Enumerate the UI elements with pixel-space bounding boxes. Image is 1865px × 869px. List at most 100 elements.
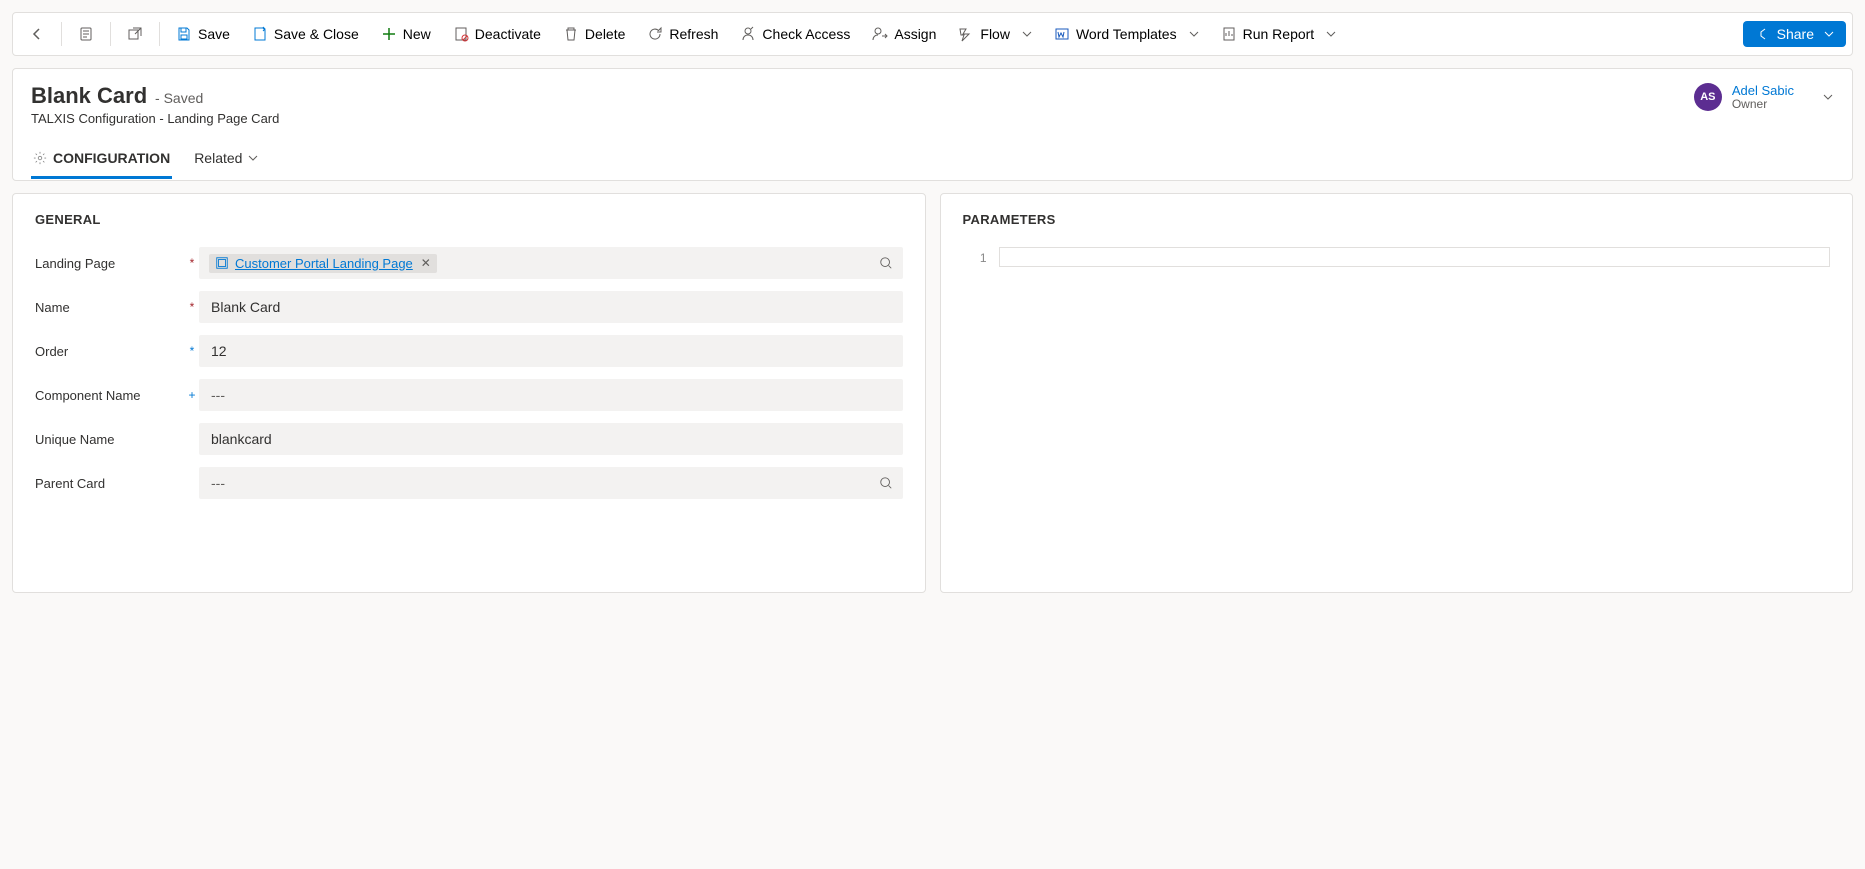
check-access-button[interactable]: Check Access [730, 20, 860, 48]
field-label: Parent Card [35, 476, 185, 491]
tab-bar: CONFIGURATION Related [31, 142, 1834, 180]
save-button[interactable]: Save [166, 20, 240, 48]
delete-label: Delete [585, 26, 625, 42]
check-access-icon [740, 26, 756, 42]
order-input[interactable] [209, 342, 893, 360]
open-in-new-button[interactable] [117, 20, 153, 48]
back-button[interactable] [19, 20, 55, 48]
lookup-pill: Customer Portal Landing Page ✕ [209, 254, 437, 273]
chevron-down-icon [1189, 29, 1199, 39]
chevron-down-icon [248, 153, 258, 163]
record-subtitle: TALXIS Configuration - Landing Page Card [31, 111, 1694, 126]
record-saved-label: - Saved [155, 90, 203, 106]
unique-name-input-wrap [199, 423, 903, 455]
field-order: Order * [35, 335, 903, 367]
parameters-section-title: PARAMETERS [963, 212, 1831, 227]
refresh-label: Refresh [669, 26, 718, 42]
word-templates-label: Word Templates [1076, 26, 1177, 42]
separator [61, 22, 62, 46]
save-close-icon [252, 26, 268, 42]
refresh-icon [647, 26, 663, 42]
parent-card-input[interactable] [209, 474, 893, 492]
deactivate-icon [453, 26, 469, 42]
delete-button[interactable]: Delete [553, 20, 635, 48]
tab-configuration-label: CONFIGURATION [53, 150, 170, 166]
field-label: Component Name [35, 388, 185, 403]
parent-card-lookup[interactable] [199, 467, 903, 499]
remove-lookup-icon[interactable]: ✕ [421, 256, 431, 270]
editor-line-input[interactable] [999, 247, 1831, 267]
new-button[interactable]: New [371, 20, 441, 48]
required-indicator: * [185, 256, 199, 270]
share-button[interactable]: Share [1743, 21, 1846, 47]
separator [110, 22, 111, 46]
chevron-down-icon [1326, 29, 1336, 39]
owner-name[interactable]: Adel Sabic [1732, 83, 1794, 98]
trash-icon [563, 26, 579, 42]
field-label: Name [35, 300, 185, 315]
chevron-down-icon[interactable] [1822, 91, 1834, 103]
check-access-label: Check Access [762, 26, 850, 42]
landing-page-lookup[interactable]: Customer Portal Landing Page ✕ [199, 247, 903, 279]
general-panel: GENERAL Landing Page * Customer Portal L… [12, 193, 926, 593]
general-section-title: GENERAL [35, 212, 903, 227]
plus-icon [381, 26, 397, 42]
parameters-panel: PARAMETERS 1 [940, 193, 1854, 593]
name-input-wrap [199, 291, 903, 323]
search-icon[interactable] [879, 476, 893, 490]
field-component-name: Component Name + [35, 379, 903, 411]
word-templates-button[interactable]: Word Templates [1044, 20, 1209, 48]
tab-related[interactable]: Related [192, 142, 260, 179]
word-icon [1054, 26, 1070, 42]
field-label: Landing Page [35, 256, 185, 271]
deactivate-label: Deactivate [475, 26, 541, 42]
component-name-input[interactable] [209, 386, 893, 404]
tab-configuration[interactable]: CONFIGURATION [31, 142, 172, 179]
recommended-indicator: + [185, 388, 199, 402]
entity-icon [215, 256, 229, 270]
report-icon [1221, 26, 1237, 42]
editor-line-number: 1 [963, 247, 987, 267]
save-label: Save [198, 26, 230, 42]
open-new-window-icon [127, 26, 143, 42]
share-label: Share [1777, 26, 1814, 42]
component-name-input-wrap [199, 379, 903, 411]
unique-name-input[interactable] [209, 430, 893, 448]
field-label: Unique Name [35, 432, 185, 447]
save-close-label: Save & Close [274, 26, 359, 42]
refresh-button[interactable]: Refresh [637, 20, 728, 48]
parameters-editor[interactable]: 1 [963, 247, 1831, 267]
save-close-button[interactable]: Save & Close [242, 20, 369, 48]
tab-related-label: Related [194, 150, 242, 166]
required-indicator: * [185, 300, 199, 314]
flow-icon [958, 26, 974, 42]
field-parent-card: Parent Card [35, 467, 903, 499]
arrow-left-icon [29, 26, 45, 42]
share-icon [1755, 26, 1771, 42]
search-icon[interactable] [879, 256, 893, 270]
form-selector-button[interactable] [68, 20, 104, 48]
record-title: Blank Card [31, 83, 147, 108]
field-unique-name: Unique Name [35, 423, 903, 455]
order-input-wrap [199, 335, 903, 367]
owner-role: Owner [1732, 97, 1794, 111]
record-header: Blank Card - Saved TALXIS Configuration … [12, 68, 1853, 181]
recommended-indicator: * [185, 344, 199, 358]
run-report-button[interactable]: Run Report [1211, 20, 1347, 48]
lookup-link[interactable]: Customer Portal Landing Page [235, 256, 413, 271]
chevron-down-icon [1022, 29, 1032, 39]
assign-button[interactable]: Assign [862, 20, 946, 48]
flow-button[interactable]: Flow [948, 20, 1042, 48]
gear-icon [33, 151, 47, 165]
deactivate-button[interactable]: Deactivate [443, 20, 551, 48]
owner-avatar: AS [1694, 83, 1722, 111]
owner-box[interactable]: AS Adel Sabic Owner [1694, 83, 1834, 111]
field-name: Name * [35, 291, 903, 323]
name-input[interactable] [209, 298, 893, 316]
separator [159, 22, 160, 46]
command-bar: Save Save & Close New Deactivate Delete … [12, 12, 1853, 56]
new-label: New [403, 26, 431, 42]
field-label: Order [35, 344, 185, 359]
chevron-down-icon [1824, 29, 1834, 39]
form-icon [78, 26, 94, 42]
